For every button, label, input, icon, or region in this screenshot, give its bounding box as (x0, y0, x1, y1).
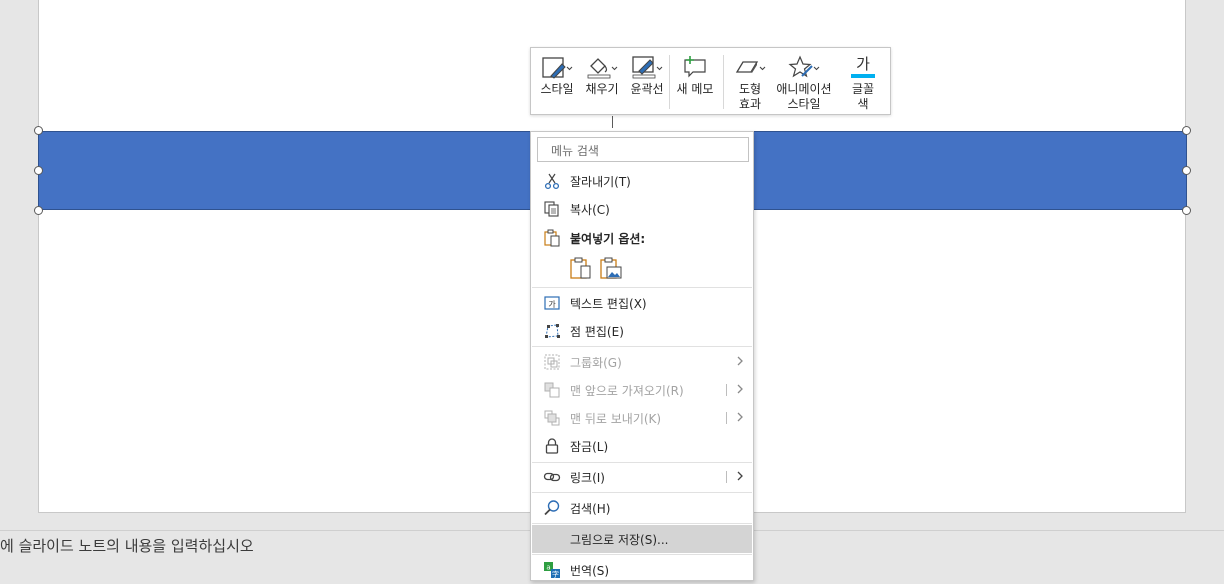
toolbar-separator (723, 55, 724, 109)
menu-item-save-as-picture[interactable]: 그림으로 저장(S)... (532, 525, 752, 553)
font-color-label-1: 글꼴 (851, 82, 875, 96)
menu-item-link[interactable]: 링크(I) (532, 463, 752, 491)
menu-item-save-as-picture-label: 그림으로 저장(S)... (570, 533, 669, 547)
font-color-button[interactable]: 가 글꼴 색 (843, 52, 883, 112)
translate-icon: a 字 (544, 562, 560, 579)
svg-text:가: 가 (548, 300, 556, 309)
resize-handle-bottom-left[interactable] (34, 206, 43, 215)
menu-item-send-to-back-label: 맨 뒤로 보내기(K) (570, 412, 662, 426)
animation-star-icon (771, 52, 837, 82)
menu-item-search-label: 검색(H) (570, 502, 611, 516)
menu-item-bring-to-front[interactable]: 맨 앞으로 가져오기(R) (532, 376, 752, 404)
resize-handle-top-left[interactable] (34, 126, 43, 135)
menu-separator (532, 346, 752, 347)
menu-item-copy[interactable]: 복사(C) (532, 195, 752, 223)
svg-text:a: a (546, 564, 550, 572)
group-icon (544, 354, 560, 370)
svg-text:字: 字 (552, 570, 559, 579)
menu-item-link-label: 링크(I) (570, 471, 605, 485)
paste-clipboard-icon (570, 257, 591, 279)
paste-option-picture[interactable] (599, 256, 623, 280)
menu-item-edit-points-label: 점 편집(E) (570, 325, 624, 339)
split-divider (726, 412, 727, 424)
fill-button[interactable]: 채우기 (580, 52, 624, 97)
send-to-back-icon (544, 410, 560, 426)
menu-item-send-to-back[interactable]: 맨 뒤로 보내기(K) (532, 404, 752, 432)
menu-item-search[interactable]: 검색(H) (532, 494, 752, 522)
split-divider (726, 384, 727, 396)
menu-item-cut-label: 잘라내기(T) (570, 175, 631, 189)
menu-item-group[interactable]: 그룹화(G) (532, 348, 752, 376)
style-button[interactable]: 스타일 (535, 52, 579, 97)
clipboard-icon (544, 229, 560, 247)
new-comment-label: 새 메모 (676, 82, 714, 96)
outline-button[interactable]: 윤곽선 (625, 52, 669, 97)
menu-separator (532, 523, 752, 524)
shape-style-icon (535, 52, 579, 82)
fill-label: 채우기 (585, 82, 619, 96)
menu-item-bring-to-front-label: 맨 앞으로 가져오기(R) (570, 384, 684, 398)
mini-toolbar: 스타일 채우기 윤곽선 새 메모 도형 효과 애니메이션 스타일 가 글꼴 색 (530, 47, 891, 115)
new-comment-icon (672, 52, 718, 82)
shape-effects-icon (730, 52, 770, 82)
animation-styles-label-2: 스타일 (787, 97, 821, 111)
pen-outline-icon (625, 52, 669, 82)
resize-handle-middle-left[interactable] (34, 166, 43, 175)
submenu-arrow-icon[interactable] (736, 382, 744, 396)
paste-picture-icon (600, 257, 622, 279)
menu-item-cut[interactable]: 잘라내기(T) (532, 167, 752, 195)
menu-item-copy-label: 복사(C) (570, 203, 610, 217)
menu-item-translate[interactable]: a 字 번역(S) (532, 556, 752, 584)
context-menu: 메뉴 검색 잘라내기(T) 복사(C) 붙여넣기 옵션: 가 텍스트 편집(X)… (530, 131, 754, 581)
menu-item-edit-text-label: 텍스트 편집(X) (570, 297, 647, 311)
outline-label: 윤곽선 (630, 82, 664, 96)
font-color-icon: 가 (843, 52, 883, 82)
menu-item-lock-label: 잠금(L) (570, 440, 609, 454)
bring-to-front-icon (544, 382, 560, 398)
menu-item-translate-label: 번역(S) (570, 564, 610, 578)
menu-separator (532, 554, 752, 555)
edit-points-icon (545, 324, 560, 338)
submenu-arrow-icon (737, 356, 743, 366)
font-color-bar (851, 74, 875, 78)
copy-icon (544, 201, 559, 217)
animation-styles-label-1: 애니메이션 (776, 82, 832, 96)
menu-item-paste-options: 붙여넣기 옵션: (532, 224, 752, 252)
style-label: 스타일 (540, 82, 574, 96)
lock-icon (545, 438, 559, 454)
font-color-label-2: 색 (857, 97, 869, 111)
shape-effects-label-2: 효과 (738, 97, 762, 111)
split-divider (726, 471, 727, 483)
submenu-arrow-icon[interactable] (736, 410, 744, 424)
toolbar-separator (669, 55, 670, 109)
edit-text-icon: 가 (544, 296, 560, 310)
menu-search-input[interactable]: 메뉴 검색 (537, 137, 749, 162)
menu-separator (532, 492, 752, 493)
link-icon (543, 472, 561, 482)
resize-handle-bottom-right[interactable] (1182, 206, 1191, 215)
menu-item-group-label: 그룹화(G) (570, 356, 622, 370)
resize-handle-middle-right[interactable] (1182, 166, 1191, 175)
shape-effects-button[interactable]: 도형 효과 (730, 52, 770, 112)
menu-item-edit-points[interactable]: 점 편집(E) (532, 317, 752, 345)
notes-placeholder[interactable]: 에 슬라이드 노트의 내용을 입력하십시오 (0, 535, 254, 556)
resize-handle-top-right[interactable] (1182, 126, 1191, 135)
search-icon (544, 500, 560, 516)
animation-styles-button[interactable]: 애니메이션 스타일 (771, 52, 837, 112)
new-comment-button[interactable]: 새 메모 (672, 52, 718, 97)
paint-bucket-icon (580, 52, 624, 82)
menu-item-lock[interactable]: 잠금(L) (532, 432, 752, 460)
font-color-glyph: 가 (856, 55, 870, 73)
menu-separator (532, 287, 752, 288)
submenu-arrow-icon[interactable] (736, 469, 744, 483)
shape-effects-label-1: 도형 (738, 82, 762, 96)
rotation-handle-line (612, 116, 613, 128)
menu-item-edit-text[interactable]: 가 텍스트 편집(X) (532, 289, 752, 317)
menu-item-paste-options-label: 붙여넣기 옵션: (570, 232, 646, 246)
scissors-icon (544, 173, 560, 190)
paste-option-keep-source[interactable] (569, 256, 593, 280)
